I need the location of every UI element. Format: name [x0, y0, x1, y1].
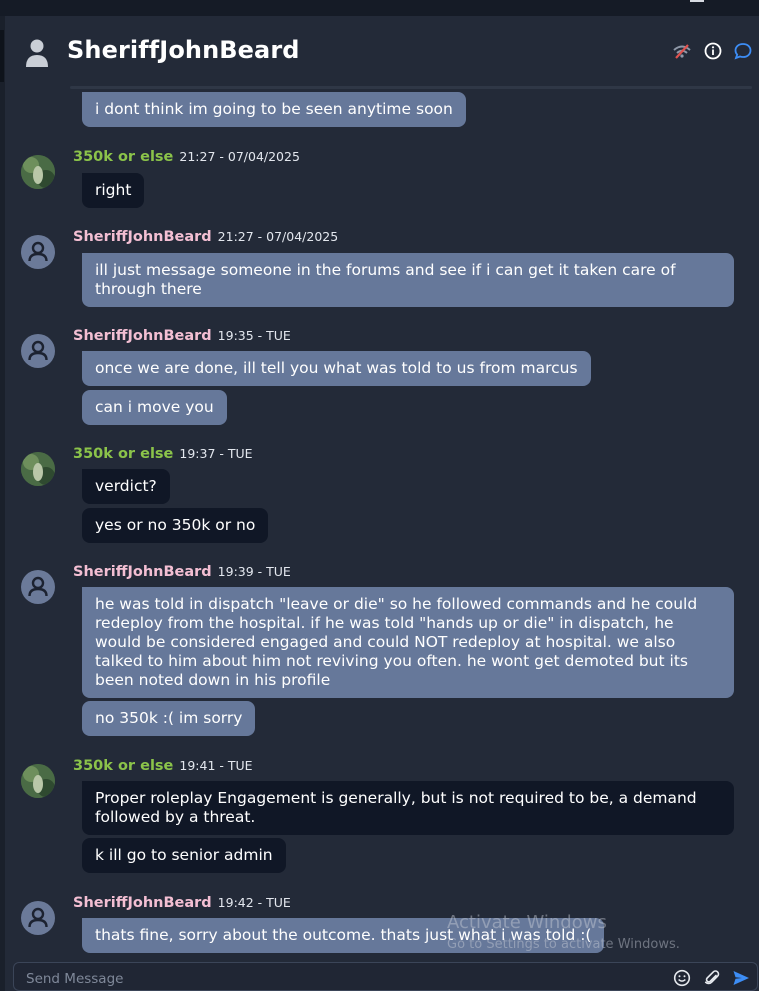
- message-bubble[interactable]: right: [82, 173, 145, 208]
- default-avatar-icon: [28, 576, 48, 597]
- sender-name[interactable]: 350k or else: [73, 149, 173, 165]
- left-edge-tab[interactable]: [0, 30, 4, 82]
- timestamp: 21:27 - 07/04/2025: [179, 149, 300, 164]
- signal-off-icon: [673, 44, 691, 59]
- window-control-mark[interactable]: [690, 0, 704, 2]
- message-meta: 350k or else 19:41 - TUE: [73, 755, 253, 775]
- send-button[interactable]: [731, 968, 751, 988]
- message-meta: SheriffJohnBeard 19:42 - TUE: [73, 892, 291, 912]
- default-avatar-icon: [28, 340, 48, 361]
- send-icon: [733, 971, 749, 985]
- message-composer: [13, 962, 758, 991]
- window-top-bar: [0, 0, 759, 16]
- message-meta: SheriffJohnBeard 19:35 - TUE: [73, 325, 291, 345]
- chat-title: SheriffJohnBeard: [67, 36, 300, 64]
- message-input[interactable]: [24, 968, 658, 990]
- info-button[interactable]: [702, 40, 724, 62]
- sender-name[interactable]: SheriffJohnBeard: [73, 229, 212, 245]
- message-bubble[interactable]: yes or no 350k or no: [82, 508, 269, 543]
- attachment-icon: [704, 970, 720, 985]
- default-avatar-icon: [28, 241, 48, 262]
- emoji-button[interactable]: [672, 968, 692, 988]
- avatar[interactable]: [21, 901, 55, 935]
- message-meta: SheriffJohnBeard 21:27 - 07/04/2025: [73, 226, 338, 246]
- message-meta: SheriffJohnBeard 19:39 - TUE: [73, 561, 291, 581]
- avatar[interactable]: [21, 334, 55, 368]
- message-bubble[interactable]: ill just message someone in the forums a…: [82, 253, 734, 307]
- message-bubble[interactable]: Proper roleplay Engagement is generally,…: [82, 781, 734, 835]
- default-avatar-icon: [28, 907, 48, 928]
- emoji-icon: [673, 969, 691, 987]
- timestamp: 19:37 - TUE: [179, 446, 253, 461]
- sender-name[interactable]: SheriffJohnBeard: [73, 328, 212, 344]
- attachment-button[interactable]: [702, 968, 722, 988]
- message-bubble[interactable]: i dont think im going to be seen anytime…: [82, 92, 466, 127]
- avatar[interactable]: [21, 235, 55, 269]
- timestamp: 21:27 - 07/04/2025: [217, 229, 339, 244]
- message-meta: 350k or else 21:27 - 07/04/2025: [73, 146, 300, 166]
- chat-header: SheriffJohnBeard: [5, 16, 759, 88]
- profile-photo-icon: [21, 764, 55, 798]
- timestamp: 19:41 - TUE: [179, 758, 253, 773]
- message-bubble[interactable]: can i move you: [82, 390, 227, 425]
- chat-bubble-button[interactable]: [732, 40, 754, 62]
- timestamp: 19:39 - TUE: [217, 564, 291, 579]
- message-bubble[interactable]: once we are done, ill tell you what was …: [82, 351, 591, 386]
- sender-name[interactable]: 350k or else: [73, 758, 173, 774]
- activation-watermark-subtitle: Go to Settings to activate Windows.: [447, 937, 680, 952]
- message-bubble[interactable]: he was told in dispatch "leave or die" s…: [82, 587, 734, 698]
- profile-photo-icon: [21, 155, 55, 189]
- message-list[interactable]: i dont think im going to be seen anytime…: [5, 88, 759, 960]
- sender-name[interactable]: SheriffJohnBeard: [73, 564, 212, 580]
- info-icon: [704, 42, 722, 60]
- sender-name[interactable]: SheriffJohnBeard: [73, 895, 212, 911]
- avatar[interactable]: [21, 764, 55, 798]
- timestamp: 19:35 - TUE: [217, 328, 291, 343]
- profile-photo-icon: [21, 452, 55, 486]
- message-bubble[interactable]: no 350k :( im sorry: [82, 701, 256, 736]
- user-avatar-icon: [26, 39, 48, 67]
- avatar[interactable]: [21, 155, 55, 189]
- sender-name[interactable]: 350k or else: [73, 446, 173, 462]
- activation-watermark-title: Activate Windows: [447, 912, 607, 933]
- message-bubble[interactable]: verdict?: [82, 469, 170, 504]
- message-bubble[interactable]: k ill go to senior admin: [82, 838, 286, 873]
- avatar[interactable]: [21, 570, 55, 604]
- message-meta: 350k or else 19:37 - TUE: [73, 443, 253, 463]
- avatar[interactable]: [21, 452, 55, 486]
- chat-bubble-icon: [734, 43, 752, 60]
- timestamp: 19:42 - TUE: [217, 895, 291, 910]
- signal-off-button[interactable]: [671, 40, 693, 62]
